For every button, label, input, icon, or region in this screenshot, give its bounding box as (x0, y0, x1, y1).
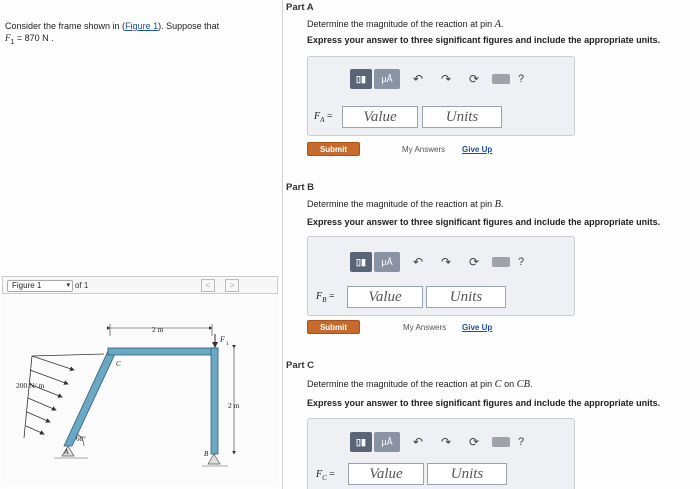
force-value: = 870 N . (14, 33, 54, 43)
problem-statement: Consider the frame shown in (Figure 1). … (5, 20, 219, 49)
figure-next-button[interactable]: > (225, 279, 239, 292)
column-divider (282, 0, 283, 489)
prompt-text: . (501, 19, 504, 29)
intro-text: Consider the frame shown in ( (5, 21, 126, 31)
part-a-units-input[interactable]: Units (422, 106, 502, 128)
intro-text: ). Suppose that (158, 21, 220, 31)
redo-icon[interactable]: ↷ (436, 252, 456, 272)
pin-c-label: C (116, 360, 121, 368)
dim-right-label: 2 m (228, 401, 240, 410)
part-c-toolbar: ▯▮ μÅ ↶ ↷ ⟳ ? (350, 431, 524, 453)
redo-icon[interactable]: ↷ (436, 69, 456, 89)
reset-icon[interactable]: ⟳ (464, 69, 484, 89)
part-b-instruction: Express your answer to three significant… (307, 217, 661, 227)
prompt-text: on (501, 379, 517, 389)
prompt-text: Determine the magnitude of the reaction … (307, 19, 495, 29)
units-button[interactable]: μÅ (374, 69, 400, 89)
support-b (207, 453, 221, 465)
part-b-submit-button[interactable]: Submit (307, 320, 360, 334)
figure-select[interactable]: Figure 1 ▾ (7, 280, 73, 292)
prompt-text: . (501, 199, 504, 209)
pin-variable: C (494, 379, 502, 390)
keyboard-icon[interactable] (492, 437, 510, 447)
part-b-give-up-link[interactable]: Give Up (462, 323, 492, 332)
dim-top-label: 2 m (152, 325, 164, 334)
force-label-sub: 1 (226, 341, 229, 347)
load-label: 200 N/ m (16, 381, 45, 390)
redo-icon[interactable]: ↷ (436, 432, 456, 452)
part-c-value-input[interactable]: Value (348, 463, 424, 485)
frame-diagram: 2 m 2 m 200 N/ m 60° F 1 A B C (16, 324, 240, 467)
figure-prev-button[interactable]: < (201, 279, 215, 292)
part-b-toolbar: ▯▮ μÅ ↶ ↷ ⟳ ? (350, 251, 524, 273)
prompt-text: Determine the magnitude of the reaction … (307, 199, 495, 209)
part-a-title: Part A (286, 2, 314, 13)
reset-icon[interactable]: ⟳ (464, 252, 484, 272)
part-a-field-label: FA = (314, 111, 333, 124)
force-label: F (219, 335, 225, 344)
template-icon[interactable]: ▯▮ (350, 252, 372, 272)
part-a-instruction: Express your answer to three significant… (307, 35, 661, 45)
part-a-toolbar: ▯▮ μÅ ↶ ↷ ⟳ ? (350, 68, 524, 90)
part-c-prompt: Determine the magnitude of the reaction … (307, 379, 533, 390)
undo-icon[interactable]: ↶ (408, 432, 428, 452)
figure-toolbar: Figure 1 ▾ of 1 < > (2, 276, 278, 294)
member-top (107, 347, 219, 356)
units-button[interactable]: μÅ (374, 252, 400, 272)
undo-icon[interactable]: ↶ (408, 252, 428, 272)
part-b-units-input[interactable]: Units (426, 286, 506, 308)
prompt-text: Determine the magnitude of the reaction … (307, 379, 495, 389)
part-b-field-label: FB = (316, 291, 335, 304)
member-ac (63, 350, 116, 447)
template-icon[interactable]: ▯▮ (350, 432, 372, 452)
part-a-submit-button[interactable]: Submit (307, 142, 360, 156)
member-variable: CB (516, 379, 531, 390)
part-b-prompt: Determine the magnitude of the reaction … (307, 199, 504, 210)
label-eq: = (324, 111, 333, 122)
label-eq: = (326, 469, 335, 480)
help-button[interactable]: ? (518, 256, 524, 268)
figure-diagram: 2 m 2 m 200 N/ m 60° F 1 A B C (2, 296, 278, 486)
part-a-give-up-link[interactable]: Give Up (462, 145, 492, 154)
pin-b-label: B (204, 450, 209, 458)
part-a-prompt: Determine the magnitude of the reaction … (307, 19, 504, 30)
prompt-text: . (530, 379, 533, 389)
part-c-instruction: Express your answer to three significant… (307, 398, 661, 408)
figure-count: of 1 (75, 281, 89, 290)
member-cb (210, 347, 219, 455)
help-button[interactable]: ? (518, 73, 524, 85)
undo-icon[interactable]: ↶ (408, 69, 428, 89)
help-button[interactable]: ? (518, 436, 524, 448)
chevron-down-icon: ▾ (66, 282, 70, 289)
keyboard-icon[interactable] (492, 257, 510, 267)
figure-select-label: Figure 1 (12, 281, 42, 290)
part-a-my-answers-link[interactable]: My Answers (402, 145, 445, 154)
label-eq: = (326, 291, 335, 302)
part-a-value-input[interactable]: Value (342, 106, 418, 128)
angle-label: 60° (76, 435, 86, 443)
units-button[interactable]: μÅ (374, 432, 400, 452)
part-b-value-input[interactable]: Value (347, 286, 423, 308)
pin-a-label: A (63, 448, 69, 456)
part-c-field-label: FC = (316, 469, 335, 482)
part-c-units-input[interactable]: Units (427, 463, 507, 485)
part-b-title: Part B (286, 182, 314, 193)
template-icon[interactable]: ▯▮ (350, 69, 372, 89)
part-b-my-answers-link[interactable]: My Answers (403, 323, 446, 332)
figure-link[interactable]: Figure 1 (125, 21, 158, 31)
reset-icon[interactable]: ⟳ (464, 432, 484, 452)
part-c-title: Part C (286, 360, 314, 371)
keyboard-icon[interactable] (492, 74, 510, 84)
